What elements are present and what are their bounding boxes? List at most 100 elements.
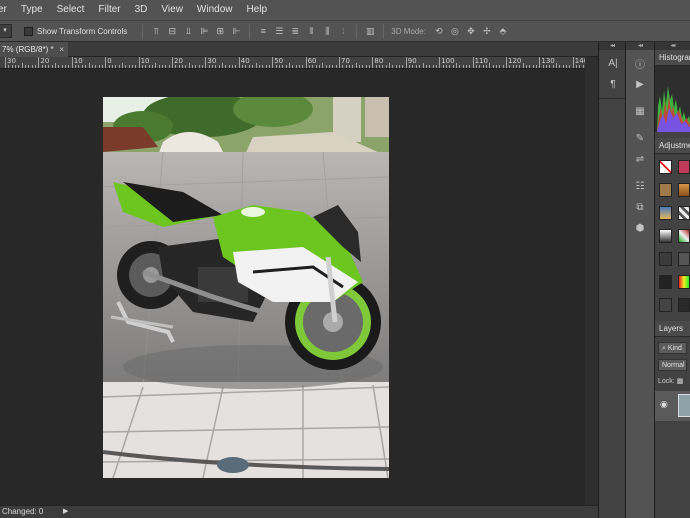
ruler-tick [278, 65, 280, 68]
menu-type[interactable]: Type [14, 0, 50, 20]
horizontal-ruler[interactable]: 30 20 10 0 10 20 30 40 50 60 70 80 90 100 110 120 130 140 [0, 57, 598, 69]
ruler-tick [399, 65, 401, 68]
distribute-top-icon[interactable]: ≡ [255, 23, 271, 39]
adjustment-threshold-icon[interactable] [659, 275, 672, 289]
ruler-tick [322, 63, 324, 68]
menu-filter[interactable]: Filter [91, 0, 127, 20]
tab-histogram[interactable]: Histogram [655, 50, 690, 66]
align-bottom-edges-icon[interactable]: ⫫ [180, 23, 196, 39]
ruler-tick [245, 65, 247, 68]
auto-align-layers-icon[interactable]: ▥ [362, 23, 378, 39]
layer-row[interactable]: ◉ [655, 391, 690, 421]
ruler-tick [519, 65, 521, 68]
collapse-secondary-dock-icon[interactable]: ◂◂ [626, 42, 654, 50]
actions-panel-icon[interactable]: ▶ [626, 74, 654, 95]
adjustment-levels-icon[interactable] [659, 183, 672, 197]
ruler-tick [308, 65, 310, 68]
swatches-panel-icon[interactable]: ▦ [626, 101, 654, 122]
ruler-tick [125, 65, 127, 68]
distribute-vcenter-icon[interactable]: ☰ [271, 23, 287, 39]
status-menu-arrow-icon[interactable]: ▶ [63, 506, 68, 518]
eye-icon[interactable]: ◉ [660, 399, 668, 410]
ruler-tick [449, 65, 451, 68]
ruler-tick [499, 65, 501, 68]
align-vertical-centers-icon[interactable]: ⊟ [164, 23, 180, 39]
adjustment-hue-icon[interactable] [677, 229, 690, 243]
distribute-right-icon[interactable]: ⦙ [335, 23, 351, 39]
lock-pixels-icon[interactable]: ▩ [677, 378, 684, 385]
adjustment-invert-icon[interactable] [659, 252, 672, 266]
ruler-tick [526, 65, 528, 68]
ruler-tick [35, 65, 37, 68]
vertical-scrollbar[interactable] [585, 57, 598, 505]
adjustment-posterize-icon[interactable] [677, 252, 690, 266]
menu-3d[interactable]: 3D [128, 0, 155, 20]
distribute-hcenter-icon[interactable]: ⫼ [319, 23, 335, 39]
document-image[interactable] [103, 97, 389, 478]
ruler-tick [45, 65, 47, 68]
ruler-tick [362, 65, 364, 68]
properties-panel-icon[interactable]: ☷ [626, 176, 654, 197]
canvas-area[interactable] [0, 70, 598, 504]
ruler-tick [178, 65, 180, 68]
info-panel-icon[interactable]: ⓘ [626, 53, 654, 74]
status-bar: Changed: 0 ▶ [0, 505, 598, 518]
layer-kind-filter[interactable]: ⌕ Kind [658, 342, 687, 354]
menu-help[interactable]: Help [240, 0, 275, 20]
tab-adjustments[interactable]: Adjustments [655, 138, 690, 154]
align-right-edges-icon[interactable]: ⊩ [228, 23, 244, 39]
adjustment-vibrance-icon[interactable] [677, 206, 690, 220]
histogram-graph [655, 66, 690, 132]
align-top-edges-icon[interactable]: ⫪ [148, 23, 164, 39]
adjustment-photo-filter-icon[interactable] [677, 298, 690, 312]
drag-3d-icon[interactable]: ✥ [463, 23, 479, 39]
slide-3d-icon[interactable]: ✢ [479, 23, 495, 39]
show-transform-controls-checkbox[interactable] [24, 26, 33, 36]
ruler-tick [148, 65, 150, 68]
3d-panel-icon[interactable]: ⬢ [626, 218, 654, 239]
brush-presets-icon[interactable]: ⇌ [626, 149, 654, 170]
adjustment-brightness-icon[interactable] [677, 160, 690, 174]
ruler-label: 30 [207, 57, 217, 65]
paragraph-panel-icon[interactable]: ¶ [599, 74, 627, 95]
document-tab[interactable]: 7% (RGB/8*) * × [0, 42, 68, 57]
ruler-tick [258, 65, 260, 68]
align-horizontal-centers-icon[interactable]: ⊞ [212, 23, 228, 39]
adjustment-none-icon[interactable] [659, 160, 672, 174]
ruler-tick [295, 65, 297, 68]
menu-window[interactable]: Window [190, 0, 240, 20]
adjustment-selective-color-icon[interactable] [659, 298, 672, 312]
clone-source-icon[interactable]: ⧉ [626, 197, 654, 218]
ruler-tick [18, 65, 20, 68]
distribute-bottom-icon[interactable]: ≣ [287, 23, 303, 39]
scale-3d-icon[interactable]: ⬘ [495, 23, 511, 39]
close-icon[interactable]: × [59, 42, 64, 57]
tool-preset-picker[interactable]: ▾ [0, 24, 12, 38]
collapse-dock-icon[interactable]: ◂◂ [599, 42, 625, 50]
adjustment-exposure-icon[interactable] [659, 206, 672, 220]
ruler-tick [202, 65, 204, 68]
character-panel-icon[interactable]: A| [599, 53, 627, 74]
blend-mode-select[interactable]: Normal [658, 359, 687, 371]
ruler-tick [21, 63, 23, 68]
adjustment-gradient-map-icon[interactable] [677, 275, 690, 289]
brush-panel-icon[interactable]: ✎ [626, 128, 654, 149]
collapse-panels-icon[interactable]: ◂◂ [655, 42, 690, 50]
ruler-tick [556, 63, 558, 68]
menu-view[interactable]: View [154, 0, 190, 20]
menu-layer[interactable]: er [0, 0, 14, 20]
align-left-edges-icon[interactable]: ⊫ [196, 23, 212, 39]
ruler-label: 10 [140, 57, 150, 65]
separator [249, 23, 251, 39]
menu-select[interactable]: Select [50, 0, 92, 20]
rotate-3d-icon[interactable]: ⟲ [431, 23, 447, 39]
ruler-tick [419, 65, 421, 68]
adjustment-curves-icon[interactable] [677, 183, 690, 197]
tab-layers[interactable]: Layers [655, 321, 690, 337]
roll-3d-icon[interactable]: ◎ [447, 23, 463, 39]
ruler-tick [101, 65, 103, 68]
distribute-left-icon[interactable]: ⦀ [303, 23, 319, 39]
ruler-tick [365, 65, 367, 68]
adjustment-bw-icon[interactable] [659, 229, 672, 243]
ruler-tick [412, 65, 414, 68]
